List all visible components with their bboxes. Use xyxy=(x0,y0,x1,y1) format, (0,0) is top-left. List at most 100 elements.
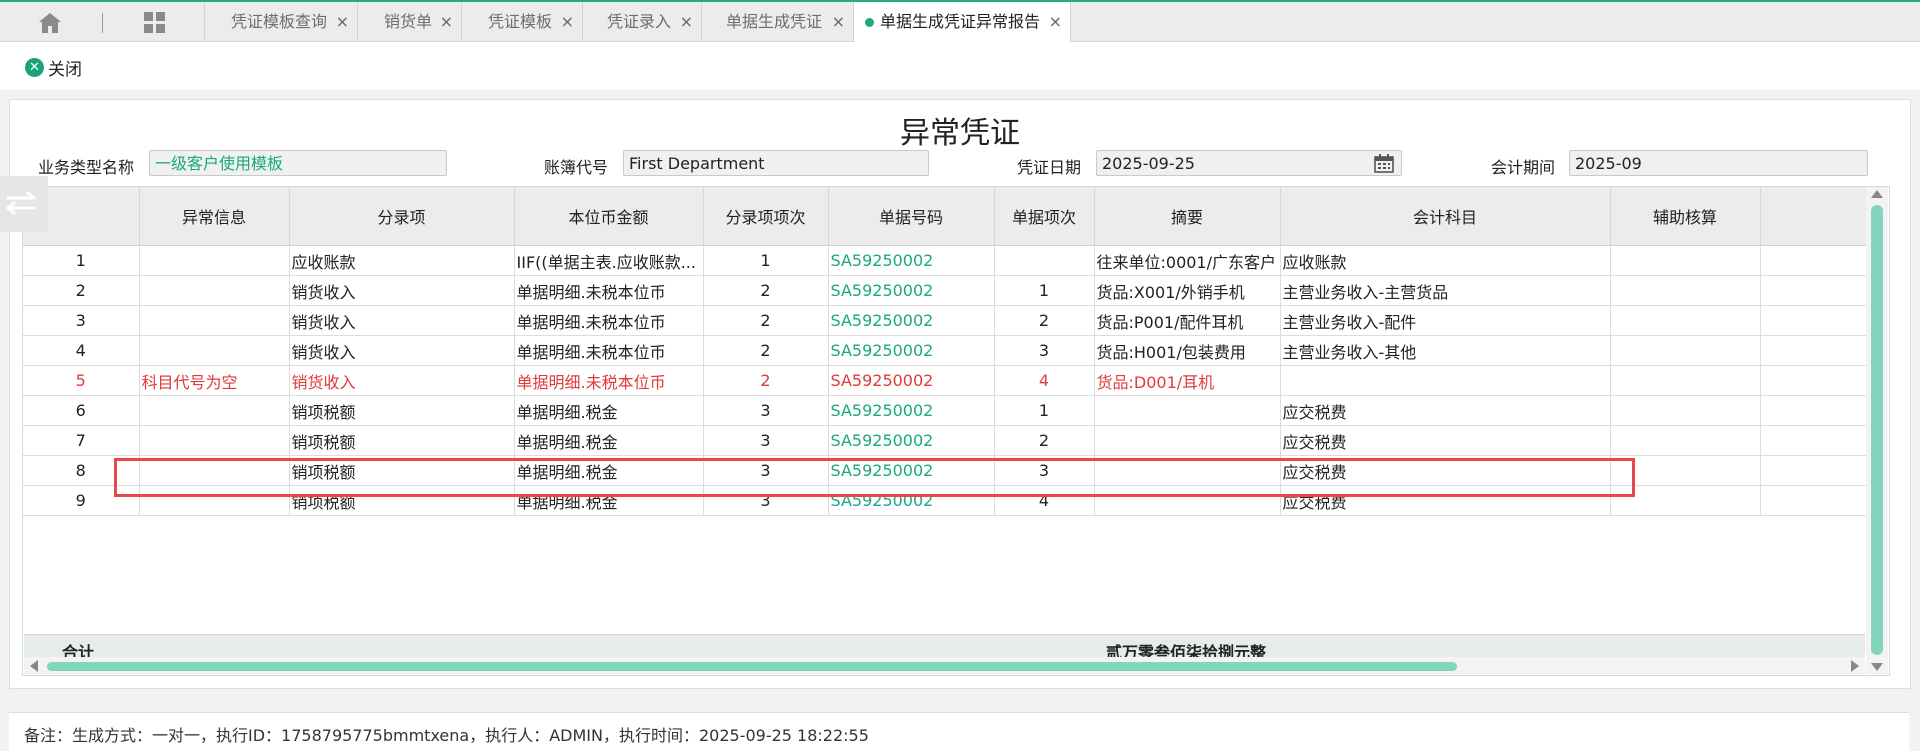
aux-cell xyxy=(1610,365,1761,396)
voucher-table: 异常信息 分录项 本位币金额 分录项项次 单据号码 单据项次 摘要 会计科目 辅… xyxy=(22,186,1890,676)
account-cell xyxy=(1280,365,1611,396)
table-row[interactable]: 8 销项税额 单据明细.税金 3 SA59250002 3 应交税费 xyxy=(23,455,1881,486)
col-header-doc-no[interactable]: 单据号码 xyxy=(828,187,995,246)
close-icon[interactable]: × xyxy=(336,2,349,42)
col-header-error[interactable]: 异常信息 xyxy=(139,187,290,246)
summary-cell xyxy=(1094,425,1281,456)
business-type-field[interactable]: 一级客户使用模板 xyxy=(149,150,447,176)
table-row[interactable]: 1 应收账款 IIF((单据主表.应收账款... 1 SA59250002 往来单位:00… xyxy=(23,245,1881,276)
grid-icon[interactable] xyxy=(142,10,168,36)
scroll-right-arrow-icon[interactable] xyxy=(1851,660,1859,672)
col-header-summary[interactable]: 摘要 xyxy=(1094,187,1281,246)
table-row[interactable]: 7 销项税额 单据明细.税金 3 SA59250002 2 应交税费 xyxy=(23,425,1881,456)
calendar-icon[interactable] xyxy=(1374,154,1394,173)
doc-no-cell[interactable]: SA59250002 xyxy=(828,365,995,396)
tab-voucher-entry[interactable]: 凭证录入 × xyxy=(582,2,701,42)
row-index: 3 xyxy=(23,305,140,336)
summary-cell xyxy=(1094,485,1281,516)
aux-cell xyxy=(1610,305,1761,336)
doc-no-cell[interactable]: SA59250002 xyxy=(828,335,995,366)
accounting-period-label: 会计期间 xyxy=(1491,158,1556,177)
col-header-amount[interactable]: 本位币金额 xyxy=(514,187,704,246)
table-row[interactable]: 4 销货收入 单据明细.未税本位币 2 SA59250002 3 货品:H001/包装费用主… xyxy=(23,335,1881,366)
row-index: 7 xyxy=(23,425,140,456)
aux-cell xyxy=(1610,275,1761,306)
amount-cell: 单据明细.未税本位币 xyxy=(514,275,704,306)
tab-voucher-template[interactable]: 凭证模板 × xyxy=(461,2,582,42)
horizontal-scroll-thumb[interactable] xyxy=(47,662,1457,671)
row-index: 1 xyxy=(23,245,140,276)
col-header-entry[interactable]: 分录项 xyxy=(289,187,515,246)
col-header-account[interactable]: 会计科目 xyxy=(1280,187,1611,246)
error-cell xyxy=(139,305,290,336)
side-panel-toggle[interactable] xyxy=(0,176,48,232)
ledger-label: 账簿代号 xyxy=(544,158,609,177)
page-title: 异常凭证 xyxy=(900,116,1020,151)
tab-label: 销货单 xyxy=(384,12,433,31)
row-index: 2 xyxy=(23,275,140,306)
tab-sales-order[interactable]: 销货单 × xyxy=(357,2,461,42)
tab-exception-report[interactable]: 单据生成凭证异常报告 × xyxy=(853,2,1071,42)
accounting-period-field[interactable]: 2025-09 xyxy=(1569,150,1868,176)
close-icon[interactable]: × xyxy=(1049,2,1062,42)
vertical-scrollbar[interactable] xyxy=(1866,187,1888,674)
row-index: 6 xyxy=(23,395,140,426)
entry-seq-cell: 3 xyxy=(703,395,829,426)
amount-cell: 单据明细.未税本位币 xyxy=(514,305,704,336)
doc-seq-cell: 1 xyxy=(994,275,1095,306)
extra-cell xyxy=(1760,245,1881,276)
table-row[interactable]: 6 销项税额 单据明细.税金 3 SA59250002 1 应交税费 xyxy=(23,395,1881,426)
error-cell xyxy=(139,245,290,276)
doc-seq-cell: 2 xyxy=(994,305,1095,336)
voucher-date-value: 2025-09-25 xyxy=(1102,154,1195,173)
tab-voucher-template-query[interactable]: 凭证模板查询 × xyxy=(204,2,357,42)
scroll-down-arrow-icon[interactable] xyxy=(1871,663,1883,671)
ledger-field[interactable]: First Department xyxy=(623,150,929,176)
extra-cell xyxy=(1760,395,1881,426)
table-row[interactable]: 9 销项税额 单据明细.税金 3 SA59250002 4 应交税费 xyxy=(23,485,1881,516)
summary-cell: 货品:D001/耳机 xyxy=(1094,365,1281,396)
voucher-date-field[interactable]: 2025-09-25 xyxy=(1096,150,1402,176)
swap-icon xyxy=(6,191,36,215)
horizontal-scrollbar[interactable] xyxy=(24,657,1865,674)
amount-cell: 单据明细.未税本位币 xyxy=(514,365,704,396)
account-cell: 应交税费 xyxy=(1280,485,1611,516)
table-header-row: 异常信息 分录项 本位币金额 分录项项次 单据号码 单据项次 摘要 会计科目 辅… xyxy=(23,187,1881,246)
table-row[interactable]: 5 科目代号为空 销货收入 单据明细.未税本位币 2 SA59250002 4 货品:D001… xyxy=(23,365,1881,396)
close-circle-icon: ✕ xyxy=(25,57,44,77)
table-row[interactable]: 2 销货收入 单据明细.未税本位币 2 SA59250002 1 货品:X001/外销手机主… xyxy=(23,275,1881,306)
table-row[interactable]: 3 销货收入 单据明细.未税本位币 2 SA59250002 2 货品:P001/配件耳机主… xyxy=(23,305,1881,336)
scroll-up-arrow-icon[interactable] xyxy=(1871,190,1883,198)
doc-no-cell[interactable]: SA59250002 xyxy=(828,305,995,336)
home-icon[interactable] xyxy=(36,11,64,35)
summary-cell: 往来单位:0001/广东客户 xyxy=(1094,245,1281,276)
doc-no-cell[interactable]: SA59250002 xyxy=(828,455,995,486)
amount-cell: 单据明细.税金 xyxy=(514,425,704,456)
col-header-aux[interactable]: 辅助核算 xyxy=(1610,187,1761,246)
amount-cell: 单据明细.未税本位币 xyxy=(514,335,704,366)
close-icon[interactable]: × xyxy=(832,2,845,42)
doc-no-cell[interactable]: SA59250002 xyxy=(828,425,995,456)
entry-seq-cell: 3 xyxy=(703,455,829,486)
vertical-scroll-thumb[interactable] xyxy=(1871,205,1883,655)
scroll-left-arrow-icon[interactable] xyxy=(30,660,38,672)
account-cell: 主营业务收入-配件 xyxy=(1280,305,1611,336)
extra-cell xyxy=(1760,365,1881,396)
aux-cell xyxy=(1610,335,1761,366)
close-button[interactable]: ✕ 关闭 xyxy=(25,56,82,80)
col-header-entry-seq[interactable]: 分录项项次 xyxy=(703,187,829,246)
tab-doc-generate-voucher[interactable]: 单据生成凭证 × xyxy=(701,2,853,42)
doc-no-cell[interactable]: SA59250002 xyxy=(828,275,995,306)
close-icon[interactable]: × xyxy=(561,2,574,42)
account-cell: 应交税费 xyxy=(1280,455,1611,486)
close-icon[interactable]: × xyxy=(680,2,693,42)
entry-seq-cell: 1 xyxy=(703,245,829,276)
summary-cell: 货品:H001/包装费用 xyxy=(1094,335,1281,366)
tab-label: 单据生成凭证异常报告 xyxy=(880,12,1041,31)
col-header-doc-seq[interactable]: 单据项次 xyxy=(994,187,1095,246)
doc-no-cell[interactable]: SA59250002 xyxy=(828,245,995,276)
doc-no-cell[interactable]: SA59250002 xyxy=(828,485,995,516)
doc-no-cell[interactable]: SA59250002 xyxy=(828,395,995,426)
close-icon[interactable]: × xyxy=(440,2,453,42)
entry-cell: 销项税额 xyxy=(289,485,515,516)
